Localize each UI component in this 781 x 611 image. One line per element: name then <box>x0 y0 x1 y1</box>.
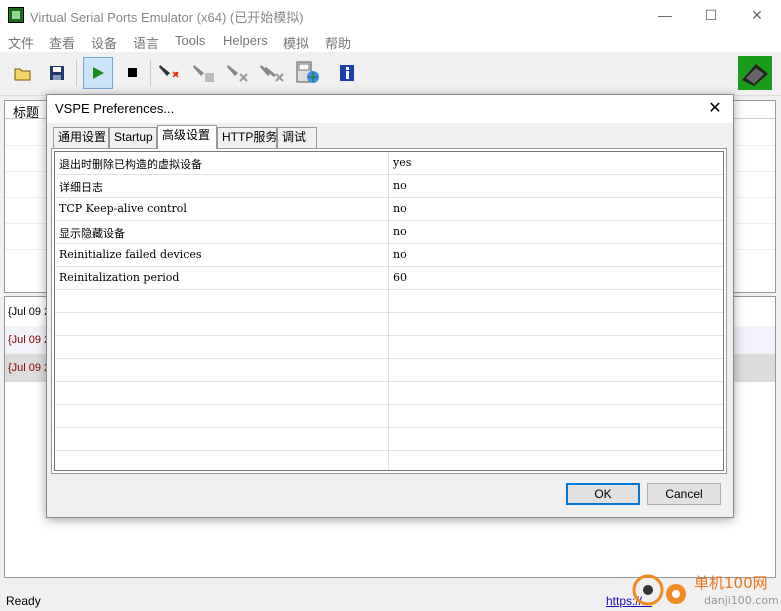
remove-device-icon[interactable] <box>225 60 251 86</box>
minimize-button[interactable]: — <box>642 0 688 30</box>
menu-view[interactable]: 查看 <box>49 33 75 52</box>
property-row[interactable]: Reinitalization period 60 <box>55 267 723 290</box>
property-value[interactable]: yes <box>393 156 411 169</box>
watermark-logo-icon: 单机100网 danji100.com <box>632 574 779 607</box>
edit-device-icon[interactable] <box>191 60 217 86</box>
property-name: 显示隐藏设备 <box>59 227 125 240</box>
log-text: {Jul 09 2 <box>8 334 51 346</box>
menu-language[interactable]: 语言 <box>133 33 159 52</box>
property-row[interactable]: Reinitialize failed devices no <box>55 244 723 267</box>
dialog-title-bar: VSPE Preferences... ✕ <box>47 95 733 123</box>
empty-row <box>55 451 723 470</box>
empty-row <box>55 290 723 313</box>
menu-bar: 文件 查看 设备 语言 Tools Helpers 模拟 帮助 <box>0 30 781 52</box>
tab-http[interactable]: HTTP服务 <box>217 127 277 148</box>
tab-debug[interactable]: 调试 <box>277 127 317 148</box>
play-icon[interactable] <box>83 57 113 89</box>
empty-row <box>55 428 723 451</box>
menu-tools[interactable]: Tools <box>175 33 205 48</box>
watermark-sub: danji100.com <box>704 594 779 607</box>
property-value[interactable]: 60 <box>393 271 407 284</box>
empty-row <box>55 359 723 382</box>
maximize-button[interactable]: ☐ <box>688 0 734 30</box>
toolbar-separator <box>76 60 77 86</box>
terminal-icon[interactable] <box>295 60 321 86</box>
empty-row <box>55 405 723 428</box>
vspe-logo-icon <box>738 56 772 90</box>
menu-emulation[interactable]: 模拟 <box>283 33 309 52</box>
property-name: TCP Keep-alive control <box>59 202 187 215</box>
menu-help[interactable]: 帮助 <box>325 33 351 52</box>
status-text: Ready <box>6 594 41 608</box>
tab-panel-advanced: 退出时删除已构造的虚拟设备 yes 详细日志 no TCP Keep-alive… <box>51 148 727 474</box>
ok-button[interactable]: OK <box>566 483 640 505</box>
remove-all-icon[interactable] <box>259 60 285 86</box>
property-value[interactable]: no <box>393 202 407 215</box>
add-device-icon[interactable] <box>157 60 183 86</box>
property-name: 退出时删除已构造的虚拟设备 <box>59 158 202 171</box>
title-bar: Virtual Serial Ports Emulator (x64) (已开始… <box>0 0 781 30</box>
cancel-button[interactable]: Cancel <box>647 483 721 505</box>
property-name: Reinitialize failed devices <box>59 248 202 261</box>
toolbar <box>0 52 781 96</box>
property-name: 详细日志 <box>59 181 103 194</box>
property-value[interactable]: no <box>393 225 407 238</box>
log-text: {Jul 09 2 <box>8 306 51 318</box>
toolbar-separator <box>150 60 151 86</box>
watermark-logo: 单机100网 danji100.com <box>630 572 780 608</box>
tab-general[interactable]: 通用设置 <box>53 127 109 148</box>
window-title: Virtual Serial Ports Emulator (x64) (已开始… <box>30 10 304 25</box>
tab-advanced[interactable]: 高级设置 <box>157 125 217 149</box>
dialog-title: VSPE Preferences... <box>55 101 175 116</box>
property-value[interactable]: no <box>393 179 407 192</box>
about-icon[interactable] <box>334 60 360 86</box>
property-row[interactable]: 详细日志 no <box>55 175 723 198</box>
tab-startup[interactable]: Startup <box>109 127 157 148</box>
property-grid: 退出时删除已构造的虚拟设备 yes 详细日志 no TCP Keep-alive… <box>54 151 724 471</box>
open-icon[interactable] <box>10 60 36 86</box>
empty-row <box>55 382 723 405</box>
property-row[interactable]: 显示隐藏设备 no <box>55 221 723 244</box>
property-row[interactable]: TCP Keep-alive control no <box>55 198 723 221</box>
close-button[interactable]: ✕ <box>734 0 780 30</box>
property-name: Reinitalization period <box>59 271 180 284</box>
column-title[interactable]: 标题 <box>13 102 39 121</box>
app-icon <box>8 7 24 23</box>
dialog-close-button[interactable]: ✕ <box>703 97 727 121</box>
stop-icon[interactable] <box>120 60 146 86</box>
menu-device[interactable]: 设备 <box>91 33 117 52</box>
watermark-text: 单机100网 <box>694 574 768 592</box>
empty-row <box>55 336 723 359</box>
menu-helpers[interactable]: Helpers <box>223 33 268 48</box>
preferences-dialog: VSPE Preferences... ✕ 通用设置 Startup 高级设置 … <box>46 94 734 518</box>
property-row[interactable]: 退出时删除已构造的虚拟设备 yes <box>55 152 723 175</box>
save-icon[interactable] <box>44 60 70 86</box>
empty-row <box>55 313 723 336</box>
property-value[interactable]: no <box>393 248 407 261</box>
menu-file[interactable]: 文件 <box>8 33 34 52</box>
log-text: {Jul 09 2 <box>8 362 51 374</box>
